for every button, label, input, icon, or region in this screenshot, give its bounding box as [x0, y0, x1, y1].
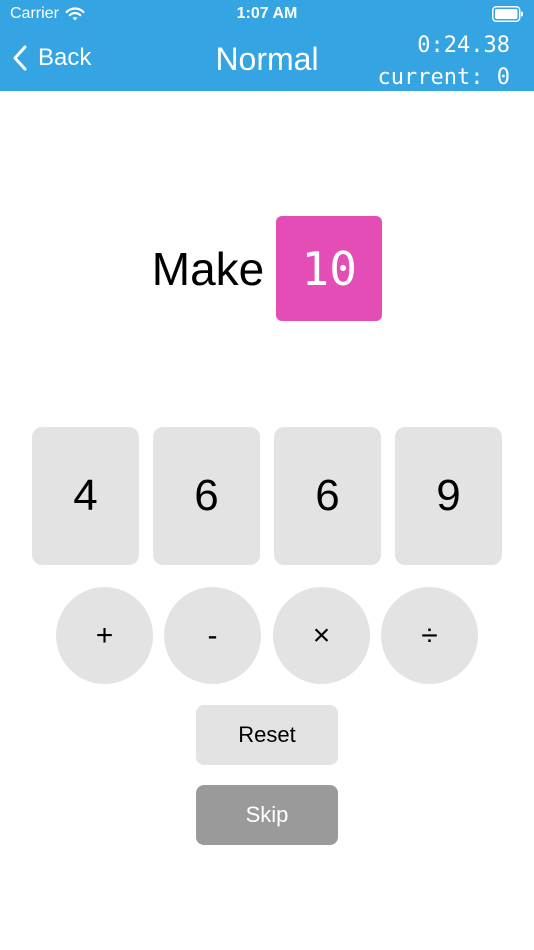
subtract-button[interactable]: -: [164, 587, 261, 684]
number-card[interactable]: 6: [153, 427, 260, 565]
number-cards: 4 6 6 9: [32, 427, 502, 565]
current-count: current: 0: [377, 65, 510, 90]
make-label: Make: [151, 242, 265, 295]
battery-icon: [492, 6, 523, 22]
navigation-header: Carrier 1:07 AM Back Normal 0:24.38 curr…: [0, 0, 534, 91]
divide-button[interactable]: ÷: [381, 587, 478, 684]
reset-button[interactable]: Reset: [196, 705, 338, 765]
elapsed-time: 0:24.38: [417, 33, 510, 58]
number-card[interactable]: 9: [395, 427, 502, 565]
skip-button[interactable]: Skip: [196, 785, 338, 845]
number-card[interactable]: 6: [274, 427, 381, 565]
target-number: 10: [276, 216, 383, 321]
status-bar: Carrier 1:07 AM: [0, 0, 534, 30]
status-clock: 1:07 AM: [236, 5, 298, 22]
add-button[interactable]: +: [56, 587, 153, 684]
number-card[interactable]: 4: [32, 427, 139, 565]
target-prompt: Make 10: [0, 216, 534, 321]
multiply-button[interactable]: ×: [273, 587, 370, 684]
timer-display: 0:24.38 current: 0: [378, 30, 510, 94]
operator-buttons: + - × ÷: [56, 587, 478, 684]
